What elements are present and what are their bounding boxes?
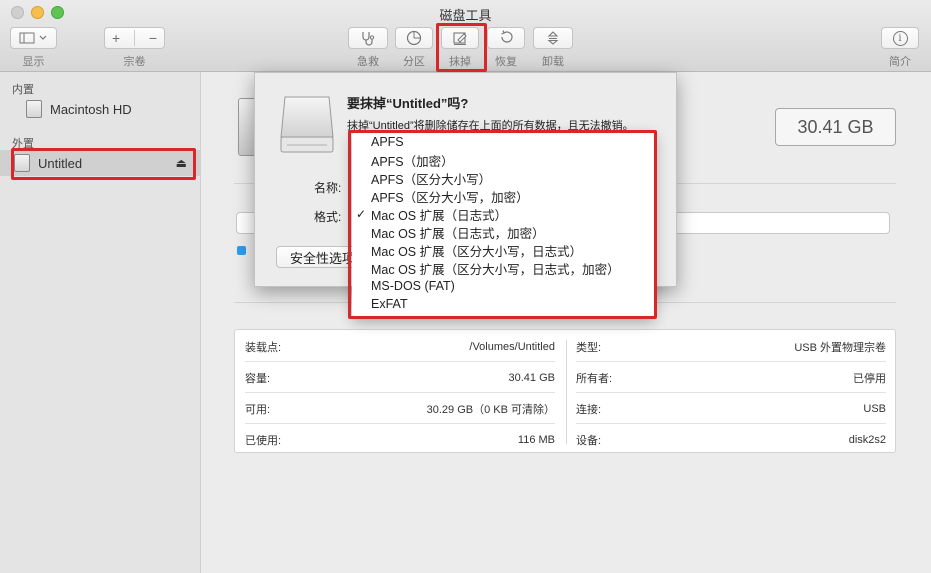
format-option-label: Mac OS 扩展（日志式） — [371, 208, 508, 223]
info-key: 类型: — [576, 341, 602, 354]
sheet-description: 抹掉“Untitled”将删除储存在上面的所有数据，且无法撤销。 — [347, 120, 634, 132]
info-key: 可用: — [245, 403, 271, 416]
format-option-label: MS-DOS (FAT) — [371, 279, 455, 293]
format-option[interactable]: APFS（加密） — [352, 151, 655, 169]
sheet-title: 要抹掉“Untitled”吗? — [347, 96, 469, 111]
external-disk-icon — [14, 154, 30, 172]
sidebar-item-untitled[interactable]: Untitled ⏏ — [0, 150, 201, 176]
info-value: 116 MB — [517, 433, 555, 446]
volume-button-group: + − — [104, 27, 165, 49]
view-button[interactable] — [10, 27, 57, 49]
partition-button[interactable] — [395, 27, 433, 49]
divider — [566, 340, 567, 444]
stethoscope-icon — [362, 32, 375, 46]
format-option[interactable]: APFS（区分大小写） — [352, 169, 655, 187]
format-option[interactable]: APFS — [352, 133, 655, 151]
name-field-label: 名称: — [314, 181, 342, 195]
unmount-label: 卸载 — [542, 56, 564, 68]
erase-button[interactable] — [441, 27, 479, 49]
format-option-label: Mac OS 扩展（区分大小写，日志式，加密） — [371, 262, 620, 277]
restore-label: 恢复 — [495, 56, 517, 68]
info-key: 所有者: — [576, 372, 613, 385]
unmount-icon — [547, 31, 559, 45]
info-key: 设备: — [576, 434, 602, 447]
unmount-button[interactable] — [533, 27, 573, 49]
toolbar: 磁盘工具 显示 + − 宗卷 急救 分区 抹掉 恢复 卸载 i 简介 — [0, 0, 931, 72]
format-option[interactable]: ExFAT — [352, 295, 655, 313]
info-value: /Volumes/Untitled — [469, 340, 555, 353]
info-value: USB — [863, 402, 886, 415]
format-option-label: APFS（加密） — [371, 154, 454, 169]
check-icon: ✓ — [355, 207, 366, 221]
internal-disk-icon — [26, 100, 42, 118]
capacity-display: 30.41 GB — [775, 108, 896, 146]
info-value: 30.29 GB（0 KB 可清除） — [426, 403, 555, 416]
erase-label: 抹掉 — [449, 56, 471, 68]
drive-icon — [280, 96, 334, 153]
info-key: 装载点: — [245, 341, 282, 354]
sidebar-item-label: Untitled — [38, 155, 83, 171]
format-field-label: 格式: — [314, 210, 342, 224]
sidebar-item-macintosh-hd[interactable]: Macintosh HD — [0, 96, 201, 122]
format-option[interactable]: Mac OS 扩展（日志式，加密） — [352, 223, 655, 241]
format-option[interactable]: Mac OS 扩展（区分大小写，日志式，加密） — [352, 259, 655, 277]
format-option-selected[interactable]: ✓ Mac OS 扩展（日志式） — [352, 205, 655, 223]
add-volume-button[interactable]: + — [112, 30, 120, 46]
format-dropdown-menu: APFS APFS（加密） APFS（区分大小写） APFS（区分大小写，加密）… — [352, 132, 655, 318]
first-aid-label: 急救 — [357, 56, 379, 68]
window-title: 磁盘工具 — [439, 8, 492, 23]
info-row-owners: 所有者: 已停用 — [576, 362, 886, 393]
first-aid-button[interactable] — [348, 27, 388, 49]
info-value: disk2s2 — [848, 433, 886, 446]
info-row-device: 设备: disk2s2 — [576, 424, 886, 455]
sidebar: 内置 Macintosh HD 外置 Untitled ⏏ — [0, 72, 201, 573]
sidebar-section-internal: 内置 — [12, 84, 34, 96]
info-key: 容量: — [245, 372, 271, 385]
format-option[interactable]: MS-DOS (FAT) — [352, 277, 655, 295]
sidebar-section-external: 外置 — [12, 138, 34, 150]
format-option[interactable]: Mac OS 扩展（区分大小写，日志式） — [352, 241, 655, 259]
format-option[interactable]: APFS（区分大小写，加密） — [352, 187, 655, 205]
used-legend-swatch — [237, 246, 246, 255]
info-row-mount-point: 装载点: /Volumes/Untitled — [245, 331, 555, 362]
format-option-label: ExFAT — [371, 297, 408, 311]
restore-icon — [501, 30, 513, 43]
info-value: 已停用 — [853, 372, 886, 385]
format-option-label: APFS（区分大小写，加密） — [371, 190, 529, 205]
sidebar-item-label: Macintosh HD — [50, 101, 132, 117]
info-row-connection: 连接: USB — [576, 393, 886, 424]
volume-label: 宗卷 — [123, 56, 146, 68]
erase-pencil-icon — [453, 32, 467, 45]
format-option-label: APFS — [371, 135, 404, 149]
info-row-capacity: 容量: 30.41 GB — [245, 362, 555, 393]
volume-info-table: 装载点: /Volumes/Untitled 容量: 30.41 GB 可用: … — [234, 329, 896, 453]
sidebar-view-icon — [19, 32, 46, 44]
format-option-label: Mac OS 扩展（区分大小写，日志式） — [371, 244, 583, 259]
info-button[interactable]: i — [881, 27, 919, 49]
info-key: 连接: — [576, 403, 602, 416]
info-row-type: 类型: USB 外置物理宗卷 — [576, 331, 886, 362]
partition-label: 分区 — [403, 56, 425, 68]
info-label: 简介 — [889, 56, 911, 68]
info-row-available: 可用: 30.29 GB（0 KB 可清除） — [245, 393, 555, 424]
restore-button[interactable] — [487, 27, 525, 49]
info-key: 已使用: — [245, 434, 282, 447]
format-option-label: APFS（区分大小写） — [371, 172, 492, 187]
pie-partition-icon — [406, 30, 422, 46]
eject-icon[interactable]: ⏏ — [176, 156, 187, 170]
info-value: 30.41 GB — [508, 371, 555, 384]
view-label: 显示 — [22, 56, 45, 68]
info-row-used: 已使用: 116 MB — [245, 424, 555, 455]
info-icon: i — [892, 30, 908, 46]
remove-volume-button[interactable]: − — [149, 30, 157, 46]
format-option-label: Mac OS 扩展（日志式，加密） — [371, 226, 545, 241]
divider — [134, 30, 135, 46]
info-value: USB 外置物理宗卷 — [794, 341, 886, 354]
